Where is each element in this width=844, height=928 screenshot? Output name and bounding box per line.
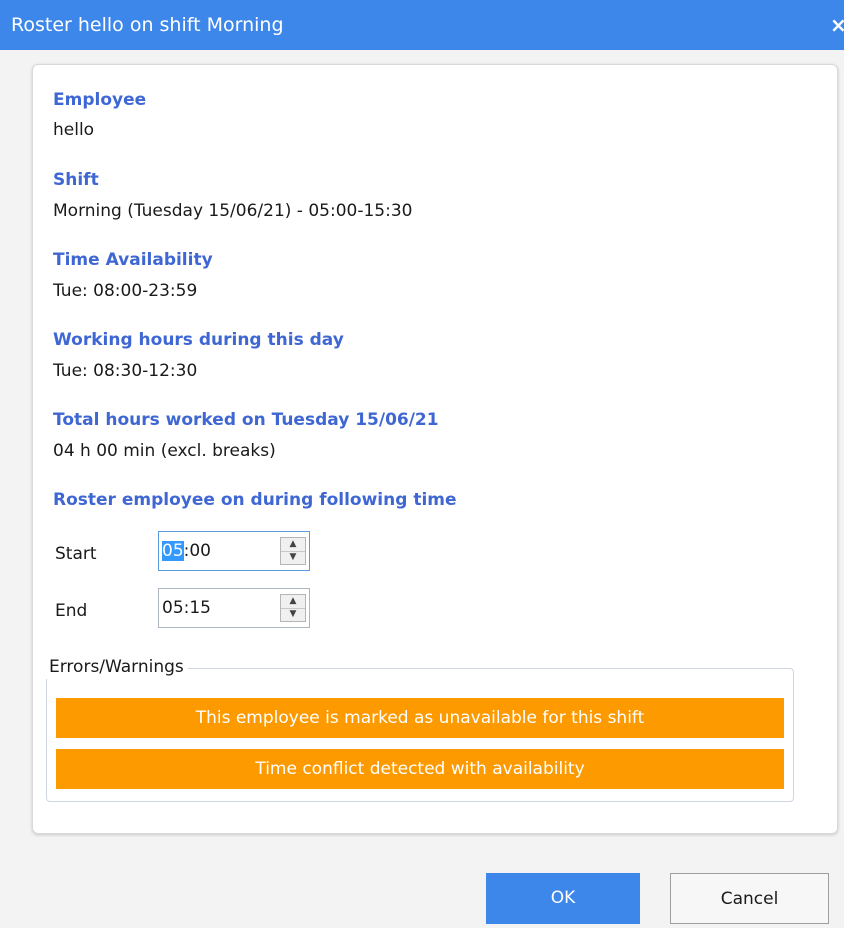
dialog-title: Roster hello on shift Morning: [11, 14, 284, 36]
shift-label: Shift: [53, 170, 99, 190]
roster-details-panel: Employee hello Shift Morning (Tuesday 15…: [32, 64, 838, 834]
total-hours-value: 04 h 00 min (excl. breaks): [53, 441, 276, 461]
errors-warnings-group: This employee is marked as unavailable f…: [46, 668, 794, 802]
cancel-button[interactable]: Cancel: [670, 873, 829, 924]
employee-label: Employee: [53, 90, 147, 110]
start-time-value[interactable]: 05:00: [162, 540, 211, 562]
working-hours-value: Tue: 08:30-12:30: [53, 361, 198, 381]
end-time-value[interactable]: 05:15: [162, 597, 211, 619]
start-time-decrement-icon[interactable]: ▼: [281, 551, 305, 564]
end-time-decrement-icon[interactable]: ▼: [281, 608, 305, 621]
time-availability-label: Time Availability: [53, 250, 213, 270]
end-label: End: [55, 601, 88, 621]
warning-unavailable: This employee is marked as unavailable f…: [56, 698, 784, 738]
start-time-increment-icon[interactable]: ▲: [281, 538, 305, 552]
ok-button[interactable]: OK: [486, 873, 640, 924]
warning-time-conflict: Time conflict detected with availability: [56, 749, 784, 789]
total-hours-label: Total hours worked on Tuesday 15/06/21: [53, 410, 439, 430]
shift-value: Morning (Tuesday 15/06/21) - 05:00-15:30: [53, 201, 413, 221]
start-time-input[interactable]: 05:00 ▲ ▼: [158, 531, 310, 571]
start-label: Start: [55, 544, 97, 564]
time-availability-value: Tue: 08:00-23:59: [53, 281, 198, 301]
start-time-hours[interactable]: 05: [162, 541, 184, 561]
roster-time-label: Roster employee on during following time: [53, 490, 457, 510]
employee-value: hello: [53, 120, 95, 140]
working-hours-label: Working hours during this day: [53, 330, 344, 350]
start-time-minutes[interactable]: :00: [184, 541, 211, 561]
end-time-increment-icon[interactable]: ▲: [281, 595, 305, 609]
start-time-spinner[interactable]: ▲ ▼: [280, 537, 306, 565]
end-time-spinner[interactable]: ▲ ▼: [280, 594, 306, 622]
dialog-title-bar: Roster hello on shift Morning ×: [0, 0, 844, 50]
close-icon[interactable]: ×: [830, 12, 844, 38]
end-time-input[interactable]: 05:15 ▲ ▼: [158, 588, 310, 628]
errors-warnings-title: Errors/Warnings: [46, 655, 188, 679]
